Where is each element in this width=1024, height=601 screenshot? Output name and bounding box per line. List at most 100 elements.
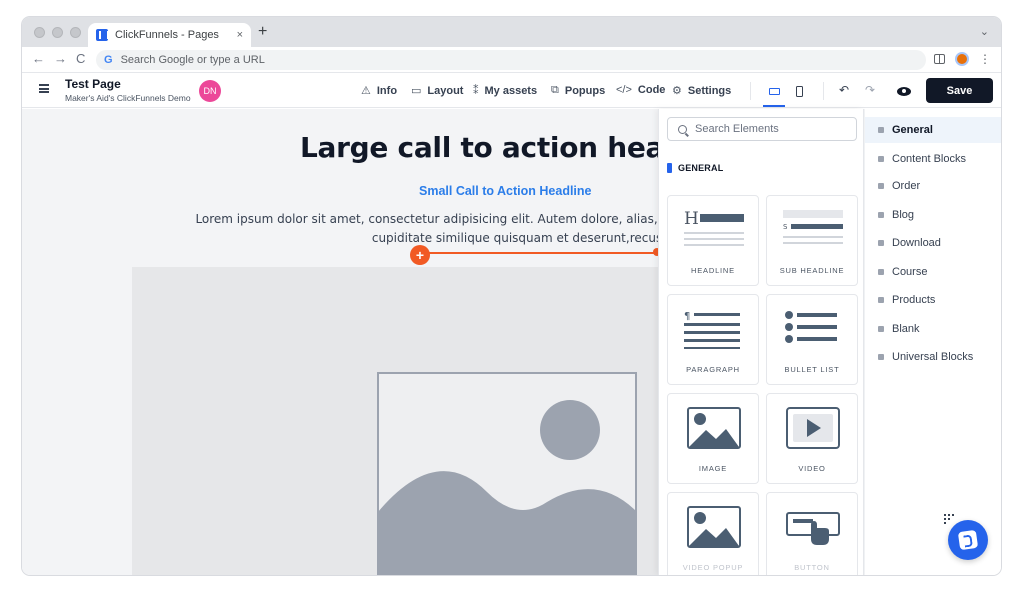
add-element-button[interactable]: + bbox=[410, 245, 430, 265]
category-label: Content Blocks bbox=[892, 153, 966, 165]
preview-button[interactable] bbox=[893, 80, 915, 102]
element-card-image[interactable]: IMAGE bbox=[667, 393, 759, 484]
reload-icon[interactable]: C bbox=[76, 51, 85, 66]
forward-arrow-icon[interactable]: → bbox=[54, 51, 67, 66]
category-blank[interactable]: Blank bbox=[865, 316, 1001, 342]
maximize-window-button[interactable] bbox=[70, 27, 81, 38]
browser-tab[interactable]: ClickFunnels - Pages × bbox=[88, 23, 251, 47]
tab-search-chevron-icon[interactable]: ⌄ bbox=[980, 25, 989, 38]
category-label: Course bbox=[892, 266, 928, 278]
tab-close-icon[interactable]: × bbox=[237, 29, 243, 41]
category-bullet bbox=[878, 183, 884, 189]
editor-header: Test Page Maker's Aid's ClickFunnels Dem… bbox=[22, 74, 1001, 108]
new-tab-button[interactable]: + bbox=[258, 23, 267, 41]
close-window-button[interactable] bbox=[34, 27, 45, 38]
element-card-label: IMAGE bbox=[698, 464, 728, 473]
category-label: General bbox=[892, 124, 933, 136]
dots-grid-icon bbox=[944, 514, 954, 524]
element-card-button[interactable]: BUTTON bbox=[766, 492, 858, 575]
category-label: Blog bbox=[892, 209, 915, 221]
sub-headline-icon: S bbox=[783, 210, 843, 244]
category-bullet bbox=[878, 240, 884, 246]
nav-info-label: Info bbox=[376, 84, 398, 97]
section-general-label: GENERAL bbox=[678, 163, 724, 173]
element-card-paragraph[interactable]: ¶ PARAGRAPH bbox=[667, 294, 759, 385]
settings-icon: ⚙ bbox=[672, 85, 682, 97]
page-subtitle: Maker's Aid's ClickFunnels Demo bbox=[65, 93, 191, 103]
category-download[interactable]: Download bbox=[865, 230, 1001, 256]
category-bullet bbox=[878, 127, 884, 133]
category-label: Universal Blocks bbox=[892, 351, 974, 363]
small-headline[interactable]: Small Call to Action Headline bbox=[419, 184, 592, 198]
code-icon: </> bbox=[616, 84, 632, 96]
more-menu-icon[interactable]: ⋮ bbox=[979, 53, 991, 65]
element-card-sub-headline[interactable]: S SUB HEADLINE bbox=[766, 195, 858, 286]
section-marker bbox=[667, 163, 672, 173]
search-elements-box[interactable] bbox=[667, 117, 857, 141]
side-panel-icon[interactable] bbox=[934, 54, 945, 64]
divider bbox=[823, 82, 824, 100]
large-headline[interactable]: Large call to action head bbox=[300, 131, 684, 164]
bullet-list-icon bbox=[785, 311, 837, 343]
nav-info[interactable]: ⚠ Info bbox=[361, 84, 398, 98]
popups-icon: ⧉ bbox=[551, 84, 559, 96]
divider bbox=[750, 82, 751, 100]
nav-settings[interactable]: ⚙ Settings bbox=[672, 84, 732, 98]
category-content-blocks[interactable]: Content Blocks bbox=[865, 146, 1001, 172]
category-universal-blocks[interactable]: Universal Blocks bbox=[865, 344, 1001, 370]
category-label: Download bbox=[892, 237, 941, 249]
element-card-label: PARAGRAPH bbox=[686, 365, 740, 374]
desktop-view-button[interactable] bbox=[763, 81, 785, 101]
category-blog[interactable]: Blog bbox=[865, 202, 1001, 228]
category-label: Products bbox=[892, 294, 936, 306]
search-elements-input[interactable] bbox=[695, 123, 845, 135]
element-card-headline[interactable]: H HEADLINE bbox=[667, 195, 759, 286]
nav-my-assets-label: My assets bbox=[484, 84, 538, 97]
nav-layout-label: Layout bbox=[427, 84, 464, 97]
google-icon: G bbox=[104, 54, 113, 66]
svg-text:¶: ¶ bbox=[684, 311, 690, 322]
user-avatar[interactable]: DN bbox=[199, 80, 221, 102]
help-chat-button[interactable] bbox=[948, 520, 988, 560]
headline-icon: H bbox=[684, 209, 744, 246]
nav-layout[interactable]: ▭ Layout bbox=[411, 84, 464, 98]
window-controls bbox=[34, 27, 81, 38]
tab-strip: ClickFunnels - Pages × + ⌄ bbox=[22, 17, 1001, 47]
profile-avatar-icon[interactable] bbox=[955, 52, 969, 66]
mobile-view-button[interactable] bbox=[788, 81, 810, 101]
nav-code[interactable]: </> Code bbox=[616, 84, 665, 96]
element-card-video-popup[interactable]: VIDEO POPUP bbox=[667, 492, 759, 575]
video-popup-icon bbox=[687, 506, 741, 548]
element-card-bullet-list[interactable]: BULLET LIST bbox=[766, 294, 858, 385]
redo-icon[interactable]: ↷ bbox=[865, 83, 875, 97]
nav-my-assets[interactable]: ⁑ My assets bbox=[473, 84, 538, 98]
hamburger-menu-icon[interactable] bbox=[39, 84, 49, 93]
nav-popups-label: Popups bbox=[564, 84, 606, 97]
category-course[interactable]: Course bbox=[865, 259, 1001, 285]
section-general: GENERAL bbox=[667, 163, 723, 173]
page-title: Test Page bbox=[65, 77, 121, 91]
nav-popups[interactable]: ⧉ Popups bbox=[551, 84, 605, 97]
video-icon bbox=[786, 407, 840, 449]
svg-text:S: S bbox=[783, 223, 788, 231]
save-button[interactable]: Save bbox=[926, 78, 993, 103]
category-general[interactable]: General bbox=[865, 117, 1001, 143]
back-arrow-icon[interactable]: ← bbox=[32, 51, 45, 66]
elements-panel: GENERAL H HEADLINE S SUB HEADLINE bbox=[658, 109, 864, 575]
category-sidebar: General Content Blocks Order Blog Downlo… bbox=[865, 109, 1001, 575]
paragraph-icon: ¶ bbox=[684, 311, 740, 349]
assets-icon: ⁑ bbox=[473, 85, 479, 97]
tab-title: ClickFunnels - Pages bbox=[115, 29, 219, 41]
category-products[interactable]: Products bbox=[865, 287, 1001, 313]
clickfunnels-favicon-icon bbox=[96, 29, 109, 41]
nav-settings-label: Settings bbox=[687, 84, 732, 97]
undo-icon[interactable]: ↶ bbox=[839, 83, 849, 97]
browser-toolbar-right: ⋮ bbox=[934, 52, 991, 66]
svg-text:H: H bbox=[684, 209, 699, 229]
address-bar-placeholder: Search Google or type a URL bbox=[120, 54, 265, 66]
category-order[interactable]: Order bbox=[865, 173, 1001, 199]
address-bar[interactable]: G Search Google or type a URL bbox=[96, 50, 926, 70]
minimize-window-button[interactable] bbox=[52, 27, 63, 38]
element-card-label: VIDEO bbox=[798, 464, 826, 473]
element-card-video[interactable]: VIDEO bbox=[766, 393, 858, 484]
